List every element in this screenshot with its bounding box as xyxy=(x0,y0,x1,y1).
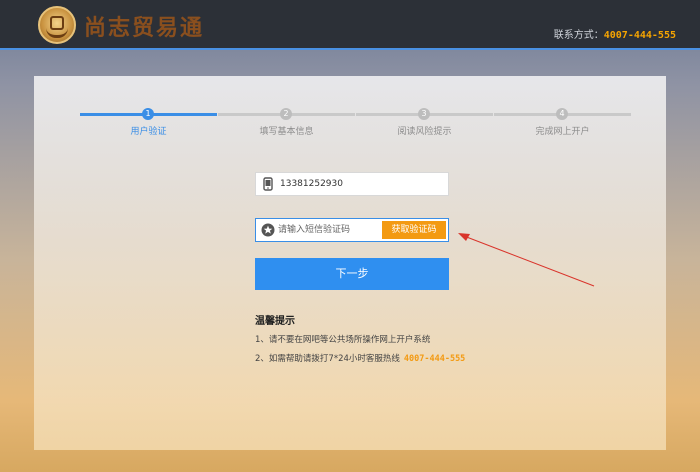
mobile-phone-icon xyxy=(263,177,273,191)
step-number: 3 xyxy=(418,108,430,120)
step-label: 用户验证 xyxy=(130,127,167,137)
step-number: 1 xyxy=(142,108,154,120)
top-bar: 尚志贸易通 联系方式：4007-444-555 xyxy=(0,0,700,50)
step-complete: 4 完成网上开户 xyxy=(494,106,631,146)
logo-icon xyxy=(38,6,76,44)
star-badge-icon xyxy=(261,223,275,237)
brand-name: 尚志贸易通 xyxy=(84,15,205,41)
get-code-button[interactable]: 获取验证码 xyxy=(382,221,446,239)
tip-line-1: 1、请不要在网吧等公共场所操作网上开户系统 xyxy=(255,335,431,345)
contact-info: 联系方式：4007-444-555 xyxy=(554,26,676,41)
phone-field[interactable]: 13381252930 xyxy=(255,172,449,196)
sms-code-field[interactable]: 获取验证码 xyxy=(255,218,449,242)
step-label: 阅读风险提示 xyxy=(397,127,452,137)
tip-line-2: 2、如需帮助请拨打7*24小时客服热线 4007-444-555 xyxy=(255,352,515,364)
step-number: 2 xyxy=(280,108,292,120)
hotline-number: 4007-444-555 xyxy=(403,354,466,364)
tip-line-2-text: 2、如需帮助请拨打7*24小时客服热线 xyxy=(255,354,400,364)
contact-label: 联系方式： xyxy=(553,30,604,41)
tips-title: 温馨提示 xyxy=(255,316,295,327)
step-number: 4 xyxy=(556,108,568,120)
tips-section: 温馨提示 1、请不要在网吧等公共场所操作网上开户系统 2、如需帮助请拨打7*24… xyxy=(255,312,515,371)
next-step-button[interactable]: 下一步 xyxy=(255,258,449,290)
registration-panel: 1 用户验证 2 填写基本信息 3 阅读风险提示 4 完成网上开户 133812… xyxy=(34,76,666,450)
phone-value: 13381252930 xyxy=(280,179,343,189)
progress-steps: 1 用户验证 2 填写基本信息 3 阅读风险提示 4 完成网上开户 xyxy=(34,106,666,146)
step-risk-notice: 3 阅读风险提示 xyxy=(356,106,493,146)
step-label: 填写基本信息 xyxy=(259,127,314,137)
step-user-verify: 1 用户验证 xyxy=(80,106,217,146)
step-label: 完成网上开户 xyxy=(535,127,590,137)
contact-phone: 4007-444-555 xyxy=(603,30,676,41)
sms-code-input[interactable] xyxy=(278,222,378,238)
step-basic-info: 2 填写基本信息 xyxy=(218,106,355,146)
